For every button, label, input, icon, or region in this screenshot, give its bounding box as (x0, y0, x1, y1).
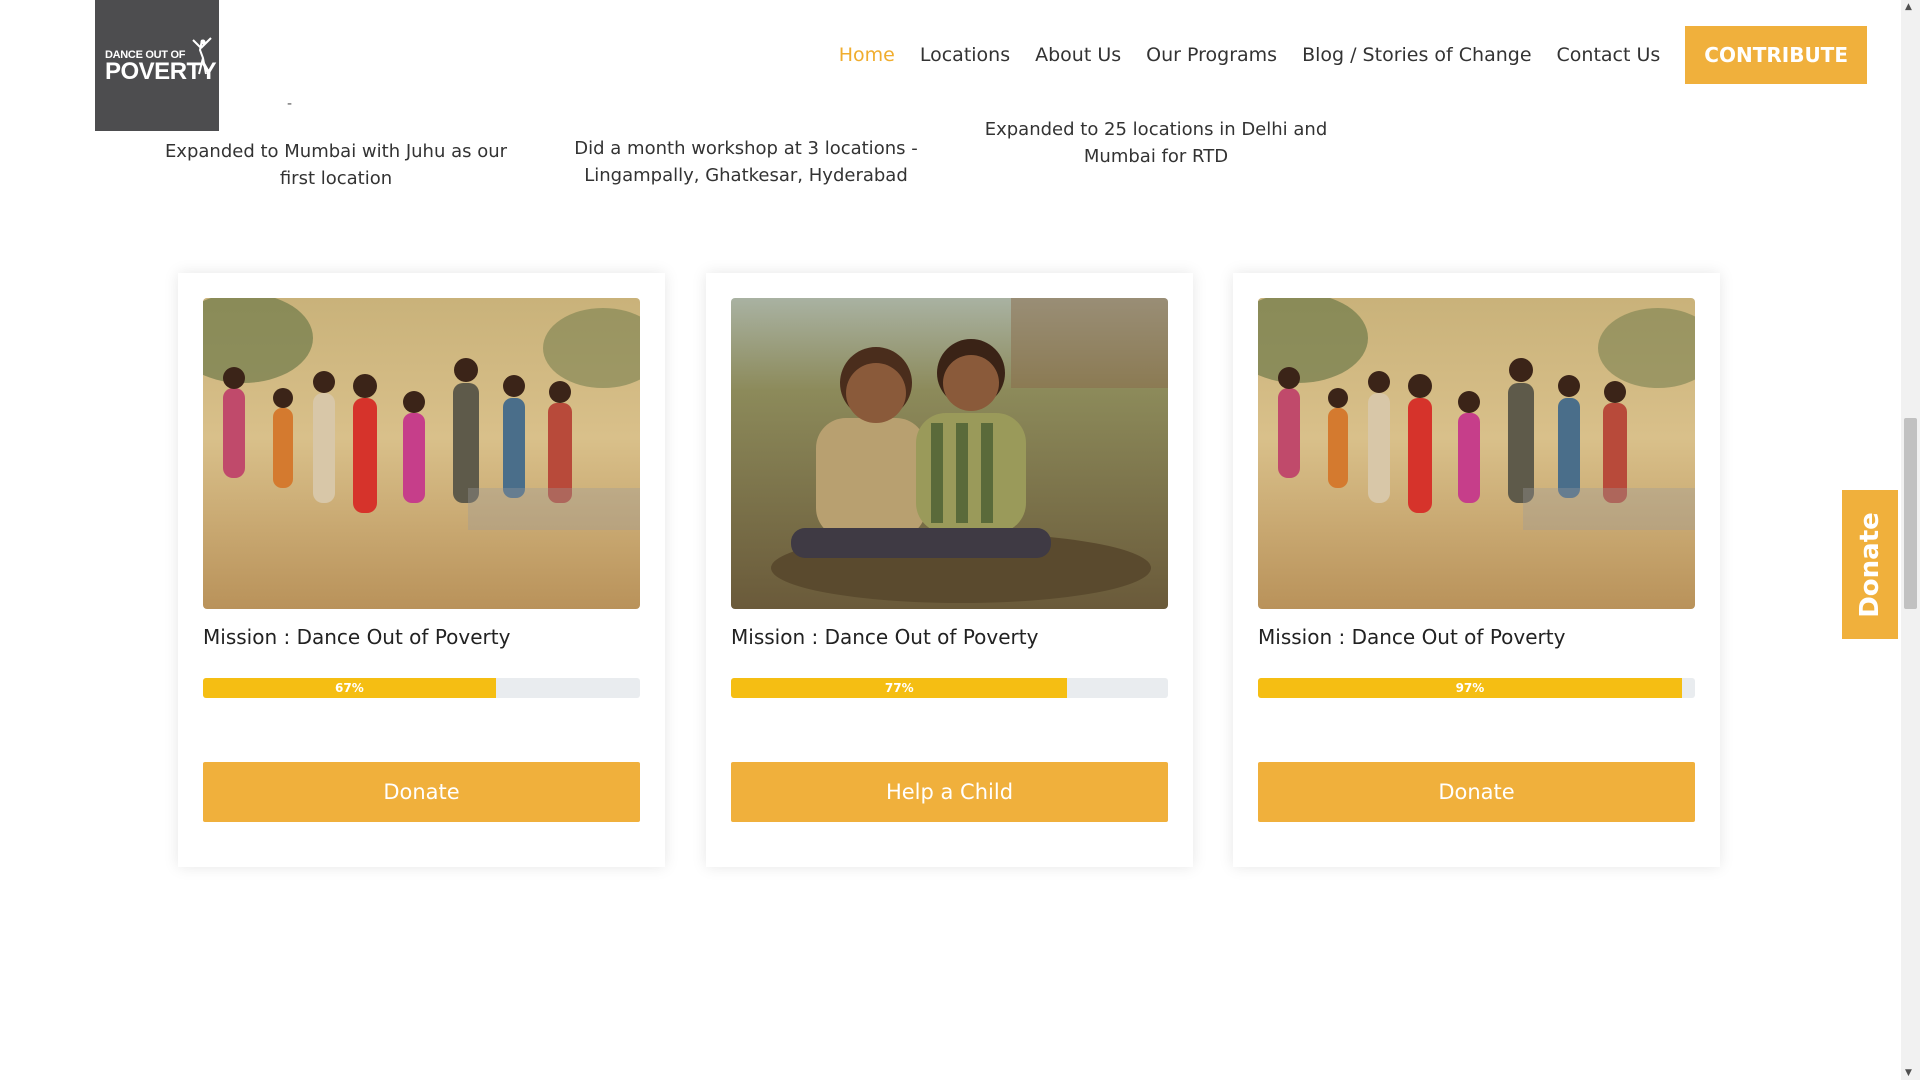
scroll-down-arrow-icon[interactable]: ▼ (1905, 1068, 1912, 1078)
timeline-text-2: Did a month workshop at 3 locations - Li… (574, 138, 918, 186)
progress-bar: 67% (203, 678, 640, 698)
timeline-text-1: Expanded to Mumbai with Juhu as our firs… (164, 141, 508, 189)
two-boys-sitting-photo (731, 298, 1168, 609)
nav-home[interactable]: Home (839, 44, 895, 66)
scroll-up-arrow-icon[interactable]: ▲ (1905, 2, 1912, 12)
card-title: Mission : Dance Out of Poverty (203, 625, 511, 649)
progress-fill: 77% (731, 678, 1068, 698)
progress-fill: 67% (203, 678, 496, 698)
donate-button[interactable]: Donate (203, 762, 640, 822)
help-a-child-button[interactable]: Help a Child (731, 762, 1168, 822)
mission-card: Mission : Dance Out of Poverty 97% Donat… (1233, 273, 1720, 867)
nav-contact-us[interactable]: Contact Us (1557, 44, 1661, 66)
children-running-photo (203, 298, 640, 609)
progress-bar: 77% (731, 678, 1168, 698)
side-donate-label: Donate (1855, 511, 1885, 618)
donate-button[interactable]: Donate (1258, 762, 1695, 822)
scrollbar-thumb[interactable] (1904, 418, 1917, 609)
nav-locations[interactable]: Locations (920, 44, 1010, 66)
page-scrollbar[interactable]: ▲ ▼ (1901, 0, 1920, 1080)
progress-fill: 97% (1258, 678, 1682, 698)
main-nav: Home Locations About Us Our Programs Blo… (839, 26, 1867, 84)
progress-bar: 97% (1258, 678, 1695, 698)
children-running-photo (1258, 298, 1695, 609)
mission-card: Mission : Dance Out of Poverty 67% Donat… (178, 273, 665, 867)
nav-about-us[interactable]: About Us (1035, 44, 1121, 66)
dancer-icon (192, 37, 212, 75)
card-title: Mission : Dance Out of Poverty (1258, 625, 1566, 649)
timeline-text-3: Expanded to 25 locations in Delhi and Mu… (984, 119, 1328, 167)
side-donate-tab[interactable]: Donate (1842, 490, 1898, 639)
card-title: Mission : Dance Out of Poverty (731, 625, 1039, 649)
timeline-dash: - (287, 96, 293, 112)
nav-blog[interactable]: Blog / Stories of Change (1302, 44, 1531, 66)
mission-card: Mission : Dance Out of Poverty 77% Help … (706, 273, 1193, 867)
site-logo[interactable]: DANCE OUT OF POVERTY (95, 0, 219, 131)
nav-our-programs[interactable]: Our Programs (1146, 44, 1277, 66)
contribute-button[interactable]: CONTRIBUTE (1685, 26, 1867, 84)
